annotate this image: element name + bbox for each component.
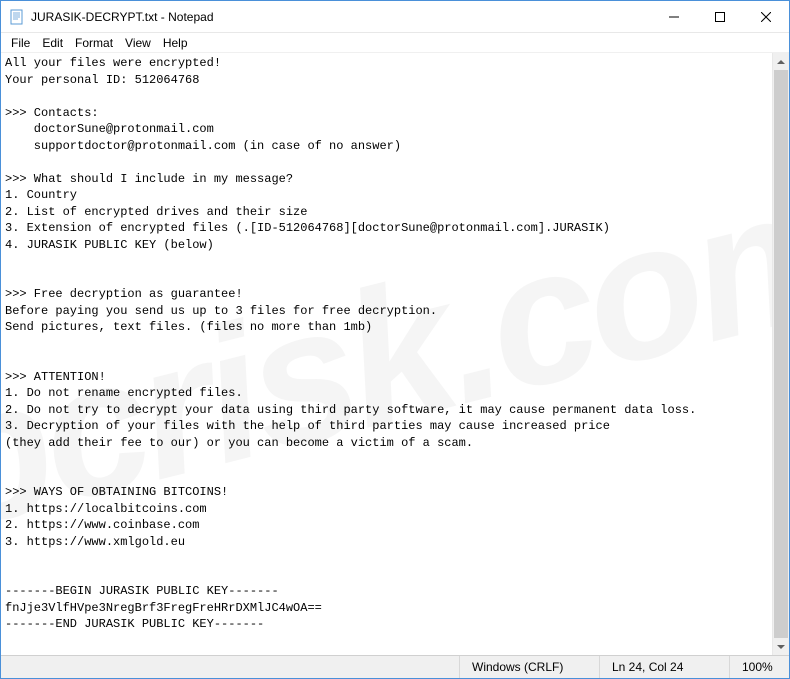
vertical-scrollbar[interactable] (772, 53, 789, 655)
scroll-down-button[interactable] (773, 638, 789, 655)
minimize-button[interactable] (651, 1, 697, 32)
scrollbar-thumb[interactable] (774, 70, 788, 638)
menu-file[interactable]: File (5, 34, 36, 52)
scrollbar-track[interactable] (773, 70, 789, 638)
menu-edit[interactable]: Edit (36, 34, 69, 52)
status-position: Ln 24, Col 24 (599, 656, 729, 678)
window-title: JURASIK-DECRYPT.txt - Notepad (31, 10, 651, 24)
status-zoom: 100% (729, 656, 789, 678)
document-text[interactable]: All your files were encrypted! Your pers… (1, 53, 789, 635)
menu-view[interactable]: View (119, 34, 157, 52)
window-controls (651, 1, 789, 32)
notepad-icon (9, 9, 25, 25)
menu-format[interactable]: Format (69, 34, 119, 52)
menubar: File Edit Format View Help (1, 33, 789, 53)
text-editor-area[interactable]: All your files were encrypted! Your pers… (1, 53, 789, 655)
menu-help[interactable]: Help (157, 34, 194, 52)
scroll-up-button[interactable] (773, 53, 789, 70)
titlebar: JURASIK-DECRYPT.txt - Notepad (1, 1, 789, 33)
statusbar: Windows (CRLF) Ln 24, Col 24 100% (1, 655, 789, 678)
status-encoding: Windows (CRLF) (459, 656, 599, 678)
close-button[interactable] (743, 1, 789, 32)
maximize-button[interactable] (697, 1, 743, 32)
notepad-window: JURASIK-DECRYPT.txt - Notepad File Edit … (0, 0, 790, 679)
